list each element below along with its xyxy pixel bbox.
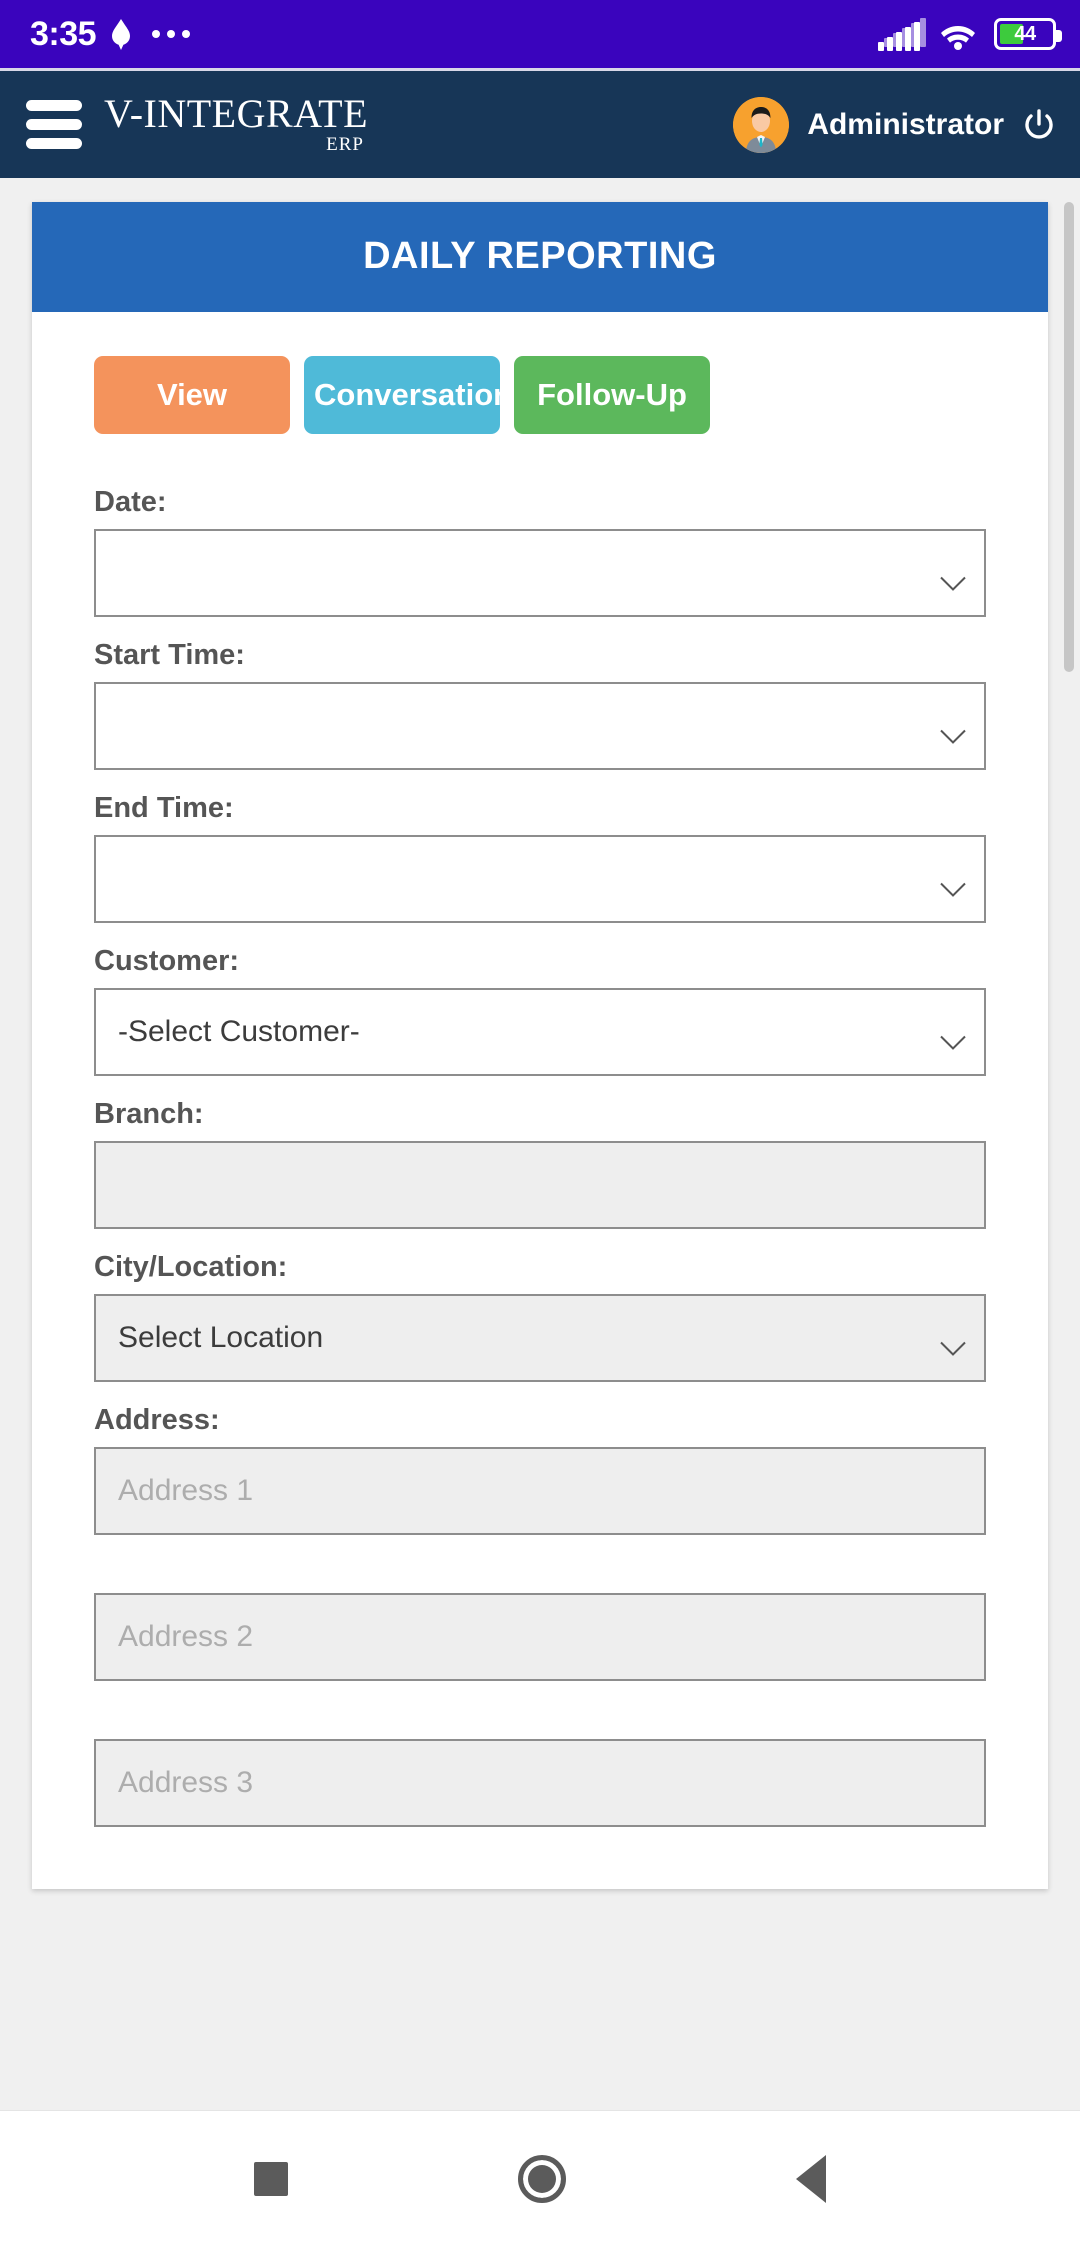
app-header-left: V-INTEGRATE ERP bbox=[26, 91, 368, 155]
branch-input bbox=[94, 1141, 986, 1230]
recents-button[interactable] bbox=[254, 2161, 288, 2196]
status-bar-left: 3:35 bbox=[30, 15, 191, 53]
address-3-input: Address 3 bbox=[94, 1739, 986, 1828]
status-bar-right: 44 bbox=[878, 17, 1062, 51]
signal-bars-icon bbox=[878, 17, 926, 51]
android-nav-bar bbox=[0, 2110, 1080, 2246]
customer-select[interactable]: -Select Customer- bbox=[94, 988, 986, 1077]
city-location-label: City/Location: bbox=[94, 1251, 288, 1284]
field-group-date: Date: bbox=[94, 486, 986, 618]
date-select[interactable] bbox=[94, 529, 986, 618]
field-group-end-time: End Time: bbox=[94, 792, 986, 924]
user-name-label: Administrator bbox=[807, 107, 1004, 141]
daily-reporting-card: DAILY REPORTING View Conversation Follow… bbox=[32, 202, 1048, 1890]
end-time-select[interactable] bbox=[94, 835, 986, 924]
start-time-label: Start Time: bbox=[94, 639, 245, 672]
date-label: Date: bbox=[94, 486, 167, 519]
field-group-branch: Branch: bbox=[94, 1098, 986, 1230]
app-header-right: Administrator bbox=[733, 96, 1056, 153]
wifi-icon bbox=[939, 18, 977, 50]
field-group-address-3: Address 3 bbox=[94, 1739, 986, 1828]
end-time-label: End Time: bbox=[94, 792, 234, 825]
field-group-address-2: Address 2 bbox=[94, 1593, 986, 1682]
brand-subtitle: ERP bbox=[326, 134, 364, 155]
start-time-select[interactable] bbox=[94, 682, 986, 771]
field-group-start-time: Start Time: bbox=[94, 639, 986, 771]
view-button[interactable]: View bbox=[94, 356, 290, 435]
page-scrollbar[interactable] bbox=[1064, 202, 1074, 2110]
hamburger-menu-icon[interactable] bbox=[26, 100, 82, 149]
battery-percent-label: 44 bbox=[1014, 22, 1036, 45]
chevron-down-icon bbox=[940, 1025, 966, 1051]
page-title: DAILY REPORTING bbox=[32, 202, 1048, 312]
field-group-address: Address: Address 1 bbox=[94, 1404, 986, 1536]
chevron-down-icon bbox=[940, 566, 966, 592]
status-clock: 3:35 bbox=[30, 15, 97, 53]
app-header: V-INTEGRATE ERP Administrator bbox=[0, 68, 1080, 178]
conversation-button[interactable]: Conversation bbox=[304, 356, 512, 435]
customer-label: Customer: bbox=[94, 945, 240, 978]
followup-button[interactable]: Follow-Up bbox=[514, 356, 710, 435]
battery-icon: 44 bbox=[994, 18, 1062, 50]
back-button[interactable] bbox=[796, 2154, 826, 2203]
form-container: View Conversation Follow-Up Date: Start … bbox=[32, 312, 1048, 1889]
chevron-down-icon bbox=[940, 872, 966, 898]
brand-name: V-INTEGRATE bbox=[104, 91, 368, 136]
address-spacer-2 bbox=[94, 1703, 986, 1739]
field-group-city-location: City/Location: Select Location bbox=[94, 1251, 986, 1383]
phone-screen: 3:35 44 V-INTEGRATE ERP Administrator DA… bbox=[0, 0, 1080, 2246]
field-group-customer: Customer: -Select Customer- bbox=[94, 945, 986, 1077]
address-2-input: Address 2 bbox=[94, 1593, 986, 1682]
branch-label: Branch: bbox=[94, 1098, 204, 1131]
address-1-input: Address 1 bbox=[94, 1447, 986, 1536]
user-avatar-icon[interactable] bbox=[733, 96, 790, 153]
action-button-row: View Conversation Follow-Up bbox=[94, 356, 986, 435]
address-spacer-1 bbox=[94, 1557, 986, 1593]
power-logout-icon[interactable] bbox=[1022, 108, 1056, 142]
location-drop-icon bbox=[110, 17, 132, 51]
page-body: DAILY REPORTING View Conversation Follow… bbox=[0, 178, 1080, 2110]
scrollbar-thumb[interactable] bbox=[1064, 202, 1074, 672]
chevron-down-icon bbox=[940, 1331, 966, 1357]
home-button[interactable] bbox=[518, 2154, 566, 2203]
brand-logo[interactable]: V-INTEGRATE ERP bbox=[104, 91, 368, 155]
status-bar: 3:35 44 bbox=[0, 0, 1080, 68]
address-label: Address: bbox=[94, 1404, 220, 1437]
more-dots-icon bbox=[146, 30, 191, 38]
chevron-down-icon bbox=[940, 719, 966, 745]
city-location-select[interactable]: Select Location bbox=[94, 1294, 986, 1383]
